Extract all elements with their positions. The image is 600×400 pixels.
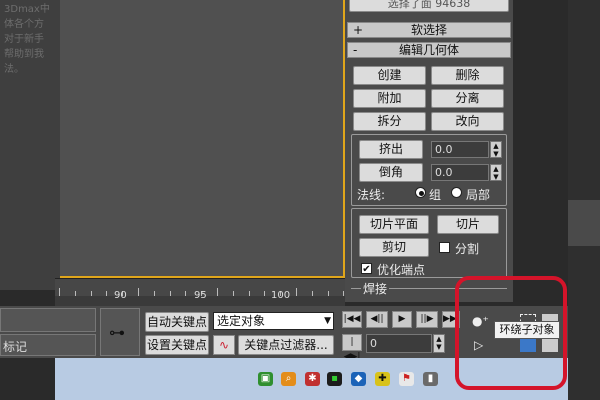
page-right-margin [568, 0, 600, 400]
ruler-tick-label: 100 [271, 290, 291, 301]
selection-info: 选择了面 94638 [349, 0, 509, 12]
delete-button[interactable]: 删除 [431, 66, 504, 85]
flag-icon[interactable]: ⚑ [399, 372, 414, 386]
weld-section-label: 焊接 [361, 280, 390, 297]
ruler-tick [153, 291, 155, 296]
detach-button[interactable]: 分离 [431, 89, 504, 108]
key-mode-button[interactable]: ⊶ [100, 308, 140, 356]
split-checkbox[interactable] [439, 242, 450, 253]
viewport[interactable] [60, 0, 345, 278]
search-icon[interactable]: ⌕ [281, 372, 296, 386]
ruler-tick [169, 291, 171, 296]
bevel-amount-field[interactable]: 0.0 [431, 164, 489, 181]
rollout-title: 软选择 [410, 23, 447, 37]
rollout-title: 编辑几何体 [398, 43, 459, 57]
slice-plane-button[interactable]: 切片平面 [359, 215, 429, 234]
split-checkbox-label: 分割 [455, 242, 480, 256]
article-line: 帮助到我 [4, 49, 44, 60]
cut-button[interactable]: 剪切 [359, 238, 429, 257]
ruler-tick [185, 291, 187, 296]
tooltip: 环绕子对象 [494, 321, 560, 339]
spinner-arrows-icon[interactable]: ▲ ▼ [490, 164, 502, 181]
nvidia-icon[interactable]: ▣ [258, 372, 273, 386]
network-tool-icon[interactable]: ✱ [305, 372, 320, 386]
status-prompt: 标记 [0, 334, 96, 356]
rollout-edit-geometry[interactable]: - 编辑几何体 [347, 42, 511, 58]
ruler-tick [138, 288, 139, 296]
update-icon[interactable]: ✚ [375, 372, 390, 386]
normals-group-radio[interactable] [415, 187, 426, 198]
flip-button[interactable]: 改向 [431, 112, 504, 131]
extrude-amount-field[interactable]: 0.0 [431, 141, 489, 158]
dropdown-value: 选定对象 [217, 314, 266, 328]
create-button[interactable]: 创建 [353, 66, 426, 85]
rollout-soft-selection[interactable]: + 软选择 [347, 22, 511, 38]
ruler-tick [343, 291, 345, 296]
signal-icon[interactable]: ▮ [423, 372, 438, 386]
command-panel: 选择了面 94638 + 软选择 - 编辑几何体 创建 删除 附加 分离 拆分 … [345, 0, 513, 302]
optimize-checkbox[interactable]: ✔ [361, 263, 372, 275]
security-icon[interactable]: ◆ [351, 372, 366, 386]
ruler-tick [264, 291, 266, 296]
article-line: 3Dmax中 [4, 4, 50, 15]
attach-button[interactable]: 附加 [353, 89, 426, 108]
ruler-tick [217, 288, 218, 296]
article-line: 对于新手 [4, 34, 44, 45]
ruler-tick-label: 90 [114, 290, 127, 301]
article-line: 体各个方 [4, 19, 44, 30]
normals-label: 法线: [357, 188, 386, 202]
go-to-start-icon[interactable]: |◀◀ [342, 311, 362, 328]
ruler-tick [327, 291, 329, 296]
ruler-tick-label: 95 [194, 290, 207, 301]
ruler-tick [296, 288, 297, 296]
key-icon: ⊶ [109, 323, 125, 342]
radio-selected-dot [419, 191, 424, 196]
key-mode-toggle-icon[interactable]: |◀▶| [342, 334, 362, 362]
normals-group-label: 组 [429, 188, 442, 202]
ruler-tick [59, 288, 60, 296]
status-label: 标记 [3, 340, 28, 354]
ruler-tick [311, 291, 313, 296]
ruler-tick [90, 291, 92, 296]
ruler-tick [232, 291, 234, 296]
optimize-checkbox-label: 优化端点 [377, 263, 426, 277]
auto-key-button[interactable]: 自动关键点 [145, 312, 209, 332]
ruler-tick [248, 291, 250, 296]
background-article: 3Dmax中 体各个方 对于新手 帮助到我 法。 [0, 0, 60, 290]
article-line: 法。 [4, 64, 24, 75]
current-frame-field[interactable]: 0 [366, 334, 432, 353]
timeline[interactable]: 90 95 100 [55, 278, 345, 306]
key-tangent-icon[interactable]: ∿ [213, 335, 235, 355]
spinner-arrows-icon[interactable]: ▲ ▼ [490, 141, 502, 158]
normals-local-label: 局部 [466, 188, 491, 202]
spinner-arrows-icon[interactable]: ▲ ▼ [433, 334, 445, 353]
key-filters-button[interactable]: 关键点过滤器... [238, 335, 334, 355]
bevel-button[interactable]: 倒角 [359, 163, 423, 182]
monitor-icon[interactable]: ▪ [327, 372, 342, 386]
ruler-tick [106, 291, 108, 296]
selection-set-dropdown[interactable]: 选定对象 ▼ [213, 312, 334, 330]
ruler-tick [74, 291, 76, 296]
split-button[interactable]: 拆分 [353, 112, 426, 131]
play-icon[interactable]: ▶ [392, 311, 412, 328]
chevron-down-icon: ▼ [324, 316, 331, 326]
slice-button[interactable]: 切片 [437, 215, 499, 234]
set-key-button[interactable]: 设置关键点 [145, 335, 209, 355]
status-field [0, 308, 96, 332]
normals-local-radio[interactable] [451, 187, 462, 198]
next-frame-icon[interactable]: ||▶ [416, 311, 438, 328]
extrude-button[interactable]: 挤出 [359, 140, 423, 159]
previous-frame-icon[interactable]: ◀|| [366, 311, 388, 328]
